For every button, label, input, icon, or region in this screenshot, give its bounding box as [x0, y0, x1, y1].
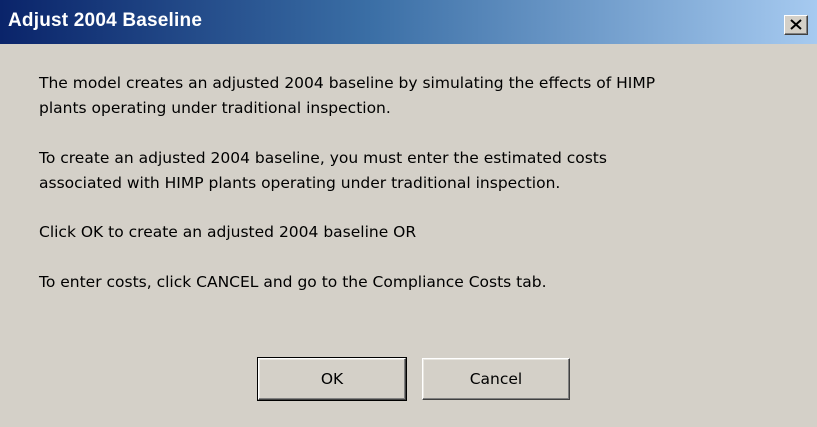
message-line: The model creates an adjusted 2004 basel…	[39, 74, 656, 92]
message-paragraph-2: To create an adjusted 2004 baseline, you…	[39, 146, 607, 196]
message-paragraph-4: To enter costs, click CANCEL and go to t…	[39, 273, 547, 291]
cancel-button[interactable]: Cancel	[422, 358, 570, 400]
message-paragraph-3: Click OK to create an adjusted 2004 base…	[39, 223, 417, 241]
message-line: To create an adjusted 2004 baseline, you…	[39, 149, 607, 167]
window-title: Adjust 2004 Baseline	[8, 10, 203, 31]
close-x-icon	[790, 19, 802, 30]
message-line: associated with HIMP plants operating un…	[39, 174, 561, 192]
message-line: plants operating under traditional inspe…	[39, 99, 391, 117]
ok-button[interactable]: OK	[257, 357, 407, 401]
title-bar[interactable]: Adjust 2004 Baseline	[0, 0, 817, 44]
dialog-window: Adjust 2004 Baseline The model creates a…	[0, 0, 817, 427]
close-button[interactable]	[784, 15, 808, 35]
message-paragraph-1: The model creates an adjusted 2004 basel…	[39, 71, 655, 121]
